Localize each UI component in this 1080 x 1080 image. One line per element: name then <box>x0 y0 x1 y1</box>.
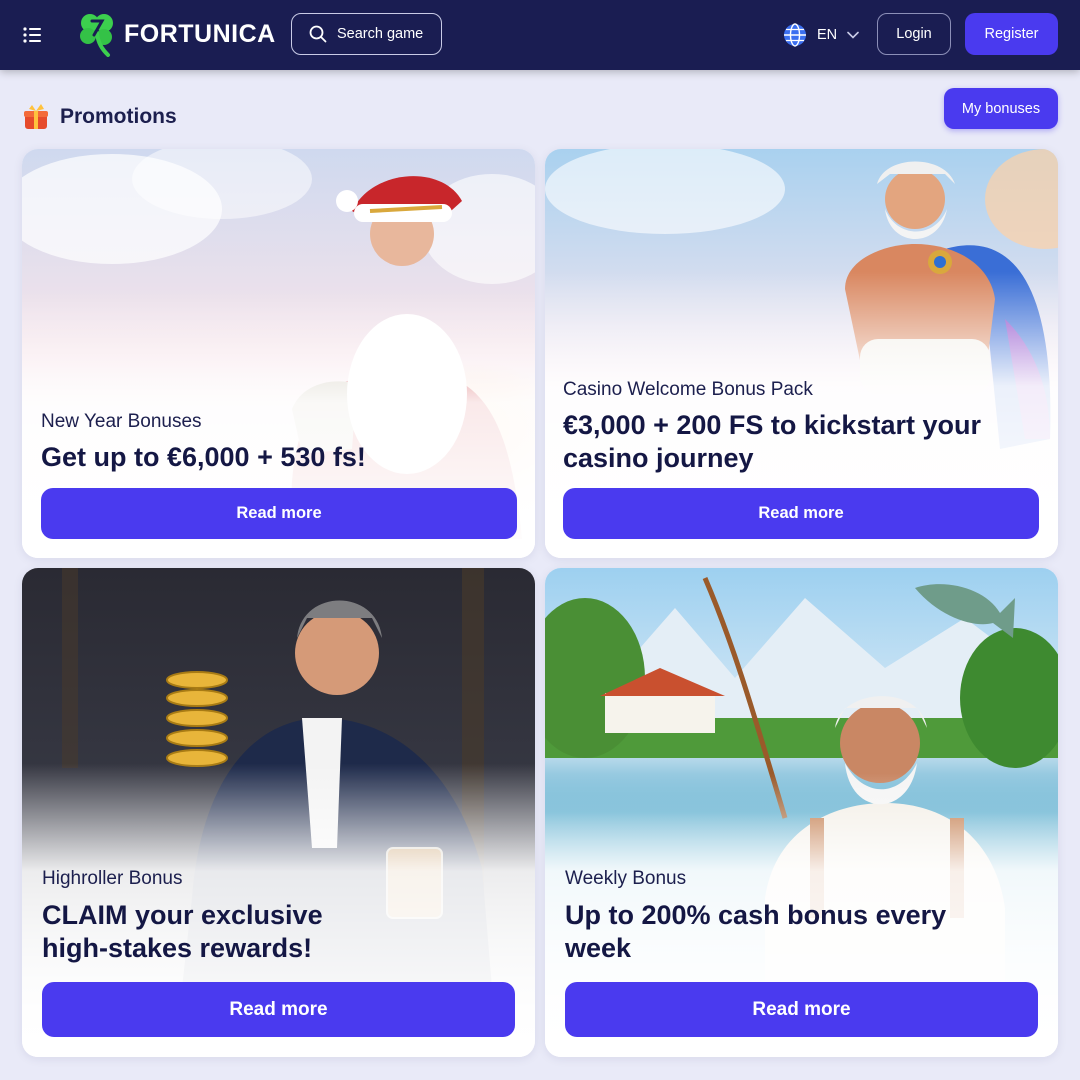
language-selector[interactable]: EN <box>783 22 859 48</box>
register-button[interactable]: Register <box>965 13 1058 55</box>
read-more-button[interactable]: Read more <box>42 982 515 1037</box>
promo-card-new-year[interactable]: New Year Bonuses Get up to €6,000 + 530 … <box>22 149 535 558</box>
promo-subtitle: New Year Bonuses <box>41 411 202 432</box>
chevron-down-icon <box>847 31 859 39</box>
promo-subtitle: Weekly Bonus <box>565 868 687 889</box>
globe-icon <box>784 23 806 47</box>
search-icon <box>309 25 327 43</box>
promo-subtitle: Casino Welcome Bonus Pack <box>563 379 813 400</box>
promotions-title: Promotions <box>60 105 177 128</box>
promo-card-weekly[interactable]: Weekly Bonus Up to 200% cash bonus every… <box>545 568 1058 1057</box>
search-game-label: Search game <box>337 26 424 42</box>
clover-logo-icon <box>80 14 113 57</box>
promo-subtitle: Highroller Bonus <box>42 868 183 889</box>
my-bonuses-button[interactable]: My bonuses <box>944 88 1058 129</box>
promo-card-highroller[interactable]: Highroller Bonus CLAIM your exclusive hi… <box>22 568 535 1057</box>
promo-headline: CLAIM your exclusive high-stakes rewards… <box>42 900 323 963</box>
menu-icon[interactable] <box>22 24 44 46</box>
page-title: Promotions <box>22 100 177 134</box>
brand-name: FORTUNICA <box>124 19 276 48</box>
promo-headline: €3,000 + 200 FS to kickstart your casino… <box>563 410 981 473</box>
read-more-button[interactable]: Read more <box>563 488 1039 539</box>
promo-headline: Up to 200% cash bonus every week <box>565 900 947 963</box>
search-game-button[interactable]: Search game <box>291 13 442 55</box>
promo-card-welcome-pack[interactable]: Casino Welcome Bonus Pack €3,000 + 200 F… <box>545 149 1058 558</box>
top-navbar: FORTUNICA Search game EN Login Register <box>0 0 1080 70</box>
language-code: EN <box>817 27 838 43</box>
login-button[interactable]: Login <box>877 13 951 55</box>
promo-headline: Get up to €6,000 + 530 fs! <box>41 442 366 472</box>
gift-box-icon <box>24 104 48 129</box>
read-more-button[interactable]: Read more <box>41 488 517 539</box>
read-more-button[interactable]: Read more <box>565 982 1038 1037</box>
brand-logo[interactable]: FORTUNICA <box>78 10 276 58</box>
